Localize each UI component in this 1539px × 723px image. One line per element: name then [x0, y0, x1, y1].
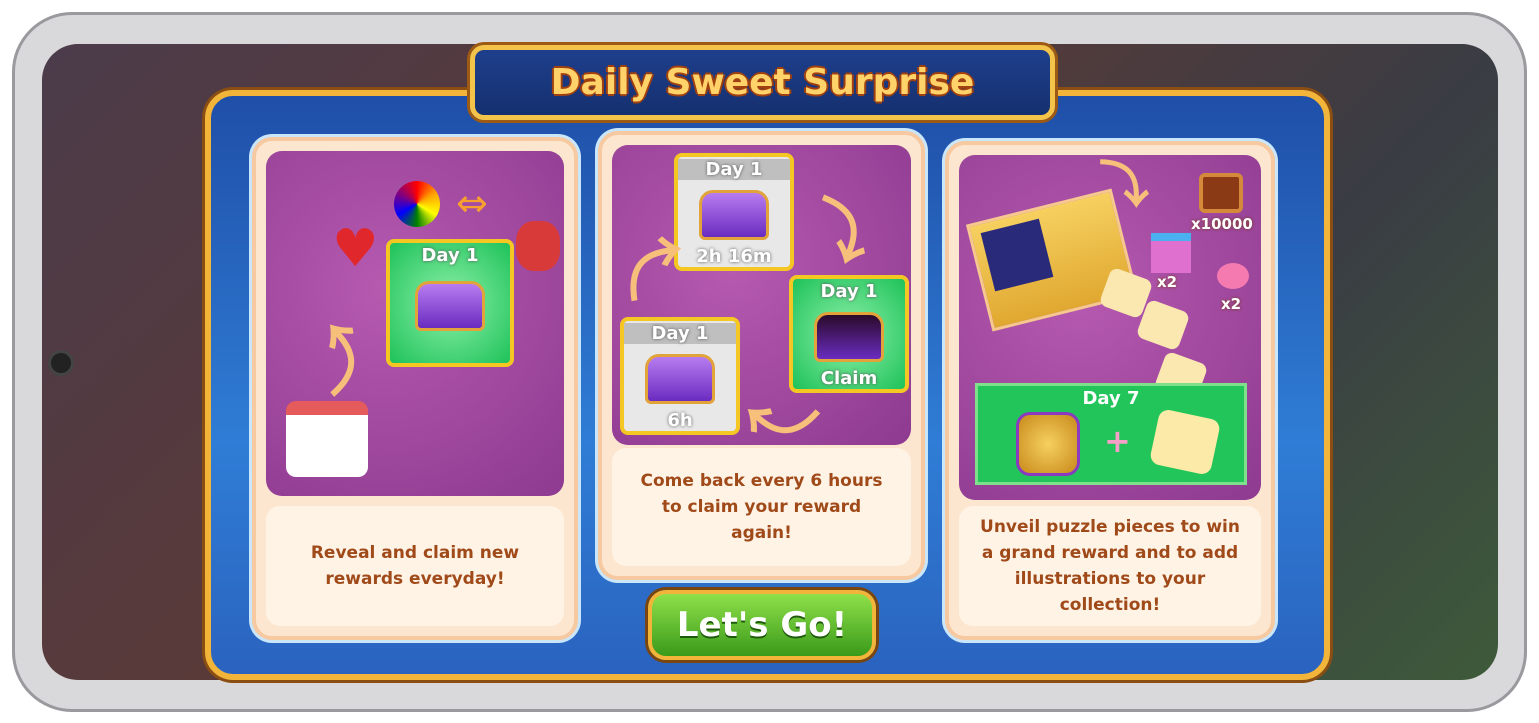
arrows-booster-icon: ⇔ [456, 181, 488, 225]
arrow-icon: ⤵ [1099, 156, 1149, 214]
card-daily-reward: ♥ ⇔ Day 1 ⤴ Reveal and claim new rewards… [252, 137, 578, 640]
candy-icon [1217, 263, 1249, 289]
card-illustration: ♥ ⇔ Day 1 ⤴ [266, 151, 564, 496]
card-description: Reveal and claim new rewards everyday! [266, 506, 564, 626]
grand-reward-panel: Day 7 + [975, 383, 1247, 485]
day-label: Day 1 [678, 159, 790, 180]
cookie-count: x10000 [1191, 215, 1253, 233]
card-description: Unveil puzzle pieces to win a grand rewa… [959, 506, 1261, 626]
timer-label: 6h [667, 410, 693, 431]
calendar-icon [286, 401, 368, 477]
arrow-icon: ⤴ [294, 312, 386, 405]
color-bomb-icon [394, 181, 440, 227]
chest-icon [415, 281, 485, 331]
gift-count: x2 [1157, 273, 1178, 291]
title-banner: Daily Sweet Surprise [470, 45, 1055, 120]
lets-go-label: Let's Go! [676, 605, 848, 645]
cookie-icon [1199, 173, 1243, 213]
lets-go-button[interactable]: Let's Go! [648, 590, 876, 660]
camera-icon [48, 350, 74, 376]
chest-icon [699, 190, 769, 240]
card-illustration: ⤵ x10000 x2 x2 Day 7 + [959, 155, 1261, 500]
day-label: Day 1 [624, 323, 736, 344]
boxing-glove-icon [516, 221, 560, 271]
day-tile-claim[interactable]: Day 1 Claim [789, 275, 909, 393]
cycle-arrow-icon: ⤵ [617, 231, 698, 304]
day-tile: Day 1 [386, 239, 514, 367]
day-label: Day 7 [1082, 388, 1140, 409]
card-description: Come back every 6 hours to claim your re… [612, 448, 911, 566]
day-tile-countdown: Day 1 6h [620, 317, 740, 435]
candy-count: x2 [1221, 295, 1242, 313]
golden-chest-icon [1016, 412, 1080, 476]
puzzle-piece-icon [1148, 408, 1222, 476]
heart-icon: ♥ [332, 219, 379, 279]
claim-label: Claim [820, 368, 878, 389]
chest-icon [645, 354, 715, 404]
cycle-arrow-icon: ⤵ [799, 190, 881, 277]
day-label: Day 1 [421, 245, 479, 266]
dialog-title: Daily Sweet Surprise [550, 62, 975, 103]
day-label: Day 1 [820, 281, 878, 302]
card-illustration: Day 1 2h 16m Day 1 Claim Day 1 6h ⤵ ⤵ ⤵ [612, 145, 911, 460]
plus-icon: + [1104, 422, 1131, 460]
gift-icon [1151, 233, 1191, 273]
open-chest-icon [814, 312, 884, 362]
card-cooldown: Day 1 2h 16m Day 1 Claim Day 1 6h ⤵ ⤵ ⤵ … [598, 131, 925, 580]
card-puzzle: ⤵ x10000 x2 x2 Day 7 + Unveil puzzle pie… [945, 141, 1275, 640]
